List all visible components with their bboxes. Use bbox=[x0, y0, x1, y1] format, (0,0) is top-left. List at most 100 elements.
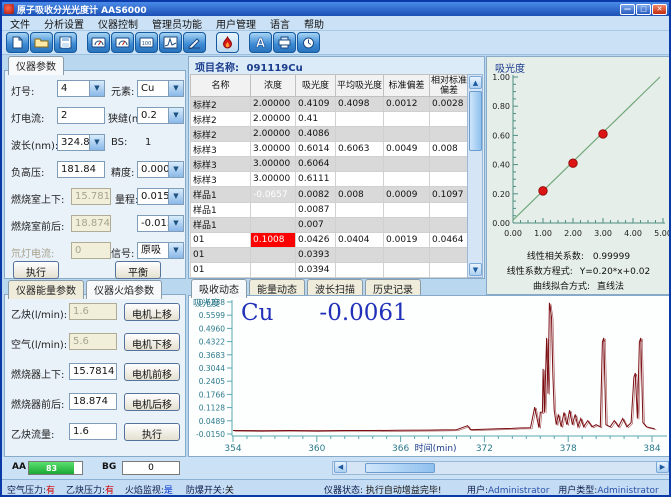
results-table[interactable]: 名称浓度吸光度平均吸光度标准偏差相对标准偏差 标样22.000000.41090… bbox=[190, 74, 469, 278]
printer-button[interactable] bbox=[273, 32, 296, 53]
acetylene-display: 1.6 bbox=[69, 303, 117, 320]
column-header[interactable]: 吸光度 bbox=[296, 75, 336, 97]
gauge-100-button[interactable]: 100 bbox=[135, 32, 158, 53]
menu-item-4[interactable]: 用户管理 bbox=[216, 16, 256, 31]
table-cell bbox=[430, 157, 469, 172]
chevron-down-icon[interactable]: ▼ bbox=[168, 162, 183, 177]
table-row[interactable]: 标样33.000000.60140.60630.00490.008 bbox=[191, 142, 469, 157]
table-row[interactable]: 010.0393 bbox=[191, 247, 469, 262]
motor-up-button[interactable]: 电机上移 bbox=[124, 303, 180, 321]
new-file-button[interactable] bbox=[6, 32, 29, 53]
table-vertical-scrollbar[interactable]: ▲ ▼ bbox=[467, 74, 483, 278]
calibration-plot-svg: 0.001.002.003.004.005.000.000.200.400.60… bbox=[487, 71, 670, 247]
execute-button[interactable]: 执行 bbox=[13, 261, 59, 279]
chevron-down-icon[interactable]: ▼ bbox=[168, 243, 183, 258]
save-button[interactable] bbox=[54, 32, 77, 53]
save-icon bbox=[58, 36, 73, 49]
column-header[interactable]: 名称 bbox=[191, 75, 251, 97]
scroll-up-icon[interactable]: ▲ bbox=[469, 76, 482, 89]
column-header[interactable]: 相对标准偏差 bbox=[430, 75, 469, 97]
range-low-select[interactable]: -0.0150▼ bbox=[137, 215, 184, 232]
motor-down-button[interactable]: 电机下移 bbox=[124, 333, 180, 351]
chevron-down-icon[interactable]: ▼ bbox=[168, 81, 183, 96]
gauge100-icon: 100 bbox=[139, 36, 154, 49]
wavelength-select[interactable]: 324.8▼ bbox=[57, 134, 105, 151]
open-file-button[interactable] bbox=[30, 32, 53, 53]
signal-select[interactable]: 原吸▼ bbox=[137, 242, 184, 259]
hv-input[interactable]: 181.84 bbox=[57, 161, 105, 178]
table-cell: 2.00000 bbox=[251, 112, 296, 127]
pen-tool-button[interactable] bbox=[183, 32, 206, 53]
wavelength-label: 波长(nm): bbox=[11, 137, 58, 152]
chevron-down-icon[interactable]: ▼ bbox=[168, 108, 183, 123]
flame-execute-button[interactable]: 执行 bbox=[124, 423, 180, 441]
tab-flame-params[interactable]: 仪器火焰参数 bbox=[86, 280, 162, 299]
scrollbar-thumb[interactable] bbox=[365, 463, 435, 473]
menu-item-5[interactable]: 语言 bbox=[270, 16, 290, 31]
table-row[interactable]: 样品10.007 bbox=[191, 217, 469, 232]
wavelength-scan-button[interactable] bbox=[159, 32, 182, 53]
table-cell: 0.0394 bbox=[296, 262, 336, 277]
tab-0-dynamics[interactable]: 吸收动态 bbox=[191, 279, 247, 298]
precision-select[interactable]: 0.0000▼ bbox=[137, 161, 184, 178]
gauge-icon bbox=[91, 36, 106, 49]
energy-gauge-button[interactable] bbox=[87, 32, 110, 53]
lamp-no-select[interactable]: 4▼ bbox=[57, 80, 105, 97]
burner-fb-label: 燃烧室前后: bbox=[11, 218, 64, 233]
menu-item-3[interactable]: 管理员功能 bbox=[152, 16, 202, 31]
y-tick-label: 0.00 bbox=[492, 219, 510, 228]
scroll-down-icon[interactable]: ▼ bbox=[469, 263, 482, 276]
menu-item-1[interactable]: 分析设置 bbox=[44, 16, 84, 31]
menu-item-6[interactable]: 帮助 bbox=[304, 16, 324, 31]
timer-icon bbox=[301, 36, 316, 49]
element-select[interactable]: Cu▼ bbox=[137, 80, 184, 97]
table-row[interactable]: 标样22.000000.41 bbox=[191, 112, 469, 127]
scrollbar-thumb[interactable] bbox=[469, 91, 482, 151]
table-cell: 标样2 bbox=[191, 127, 251, 142]
acetylene-flow-label: 乙炔流量: bbox=[11, 426, 54, 441]
range-select[interactable]: 0.0150▼ bbox=[137, 188, 184, 205]
chevron-down-icon[interactable]: ▼ bbox=[89, 81, 104, 96]
scroll-right-icon[interactable]: ▶ bbox=[656, 461, 669, 473]
timer-button[interactable] bbox=[297, 32, 320, 53]
table-row[interactable]: 样品1-0.06570.00820.0080.00090.1097 bbox=[191, 187, 469, 202]
table-row[interactable]: 标样33.000000.6111 bbox=[191, 172, 469, 187]
balance-button[interactable]: 平衡 bbox=[115, 261, 161, 279]
spectrum-xlabel: 时间(min) bbox=[415, 442, 457, 454]
chevron-down-icon[interactable]: ▼ bbox=[168, 216, 183, 231]
scroll-left-icon[interactable]: ◀ bbox=[334, 461, 347, 473]
table-row[interactable]: 标样22.000000.41090.40980.00120.0028 bbox=[191, 97, 469, 112]
acetylene-flow-input[interactable]: 1.6 bbox=[69, 423, 117, 440]
table-row[interactable]: 样品10.0087 bbox=[191, 202, 469, 217]
burner-updown-input[interactable]: 15.7814 bbox=[69, 363, 117, 380]
flame-control-button[interactable] bbox=[216, 32, 239, 53]
column-header[interactable]: 浓度 bbox=[251, 75, 296, 97]
y-tick-label: 0.0489 bbox=[199, 417, 225, 426]
balance-gauge-button[interactable] bbox=[111, 32, 134, 53]
menu-item-0[interactable]: 文件 bbox=[10, 16, 30, 31]
motor-back-button[interactable]: 电机后移 bbox=[124, 393, 180, 411]
lamp-current-input[interactable]: 2 bbox=[57, 107, 105, 124]
auto-gain-button[interactable]: A bbox=[249, 32, 272, 53]
interlock-status: 空气压力:有 乙炔压力:有 火焰监视:是 防爆开关:关 bbox=[7, 483, 234, 496]
motor-forward-button[interactable]: 电机前移 bbox=[124, 363, 180, 381]
table-row[interactable]: 标样33.000000.6064 bbox=[191, 157, 469, 172]
chart-horizontal-scrollbar[interactable]: ◀ ▶ bbox=[332, 461, 671, 475]
gauge-icon bbox=[115, 36, 130, 49]
column-header[interactable]: 标准偏差 bbox=[384, 75, 430, 97]
table-row[interactable]: 010.10080.04260.04040.00190.0464 bbox=[191, 232, 469, 247]
minimize-button[interactable]: — bbox=[620, 4, 635, 15]
burner-frontback-input[interactable]: 18.874 bbox=[69, 393, 117, 410]
menu-item-2[interactable]: 仪器控制 bbox=[98, 16, 138, 31]
chevron-down-icon[interactable]: ▼ bbox=[168, 189, 183, 204]
slit-select[interactable]: 0.2▼ bbox=[137, 107, 184, 124]
calibration-chart: 0.001.002.003.004.005.000.000.200.400.60… bbox=[487, 71, 670, 250]
chevron-down-icon[interactable]: ▼ bbox=[89, 135, 104, 150]
table-row[interactable]: 010.0394 bbox=[191, 262, 469, 277]
table-row[interactable]: 标样22.000000.4086 bbox=[191, 127, 469, 142]
column-header[interactable]: 平均吸光度 bbox=[336, 75, 384, 97]
tab-energy-params[interactable]: 仪器能量参数 bbox=[8, 280, 84, 299]
close-button[interactable]: ✕ bbox=[652, 4, 667, 15]
tab-instrument-params[interactable]: 仪器参数 bbox=[8, 56, 64, 75]
maximize-button[interactable]: □ bbox=[636, 4, 651, 15]
